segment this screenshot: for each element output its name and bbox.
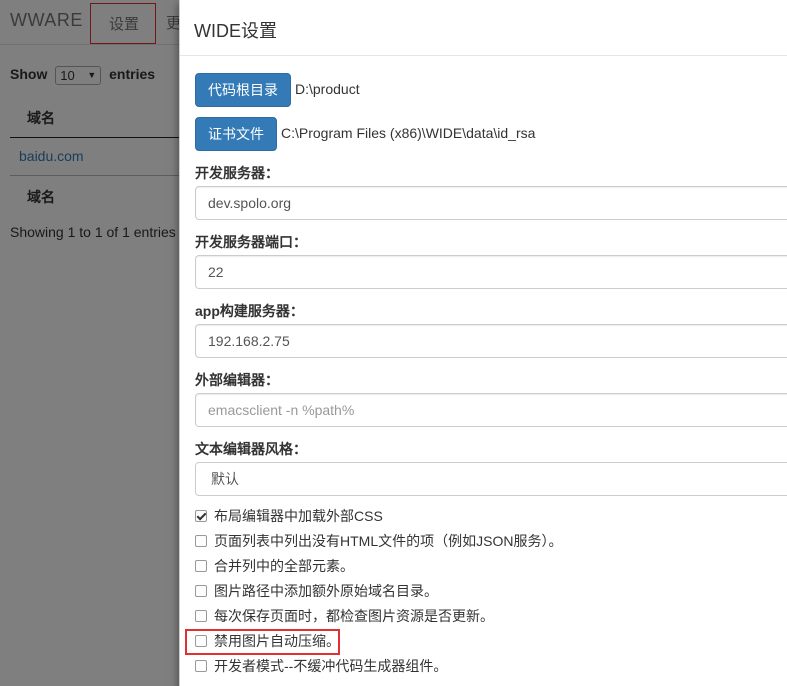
dev-server-label: 开发服务器： [195, 165, 279, 181]
checkbox[interactable] [195, 610, 207, 622]
external-editor-label: 外部编辑器： [195, 372, 279, 388]
text-editor-style-select[interactable]: 默认 [195, 462, 787, 496]
dev-server-input[interactable]: dev.spolo.org [195, 186, 787, 220]
modal-header: WIDE设置 [180, 0, 787, 56]
app-build-server-label: app构建服务器： [195, 303, 304, 319]
cert-file-button[interactable]: 证书文件 [195, 117, 277, 151]
highlight-annotation [185, 629, 340, 655]
code-root-path: D:\product [295, 81, 360, 97]
code-root-button[interactable]: 代码根目录 [195, 73, 291, 107]
settings-modal: WIDE设置 代码根目录 D:\product 证书文件 C:\Program … [179, 0, 787, 686]
checkbox-label: 布局编辑器中加载外部CSS [214, 508, 383, 524]
cert-file-path: C:\Program Files (x86)\WIDE\data\id_rsa [281, 125, 536, 141]
text-editor-style-label: 文本编辑器风格： [195, 441, 307, 457]
checkbox[interactable] [195, 585, 207, 597]
checkbox[interactable] [195, 560, 207, 572]
checkbox[interactable] [195, 510, 207, 522]
external-editor-input[interactable]: emacsclient -n %path% [195, 393, 787, 427]
checkbox[interactable] [195, 535, 207, 547]
app-build-server-input[interactable]: 192.168.2.75 [195, 324, 787, 358]
dev-port-input[interactable]: 22 [195, 255, 787, 289]
checkbox-label: 开发者模式--不缓冲代码生成器组件。 [214, 658, 448, 674]
dev-port-label: 开发服务器端口： [195, 234, 307, 250]
checkbox[interactable] [195, 660, 207, 672]
checkbox-label: 每次保存页面时，都检查图片资源是否更新。 [214, 608, 494, 624]
checkbox-label: 页面列表中列出没有HTML文件的项（例如JSON服务）。 [214, 533, 563, 549]
checkbox-label: 图片路径中添加额外原始域名目录。 [214, 583, 438, 599]
checkbox-label: 合并列中的全部元素。 [214, 558, 354, 574]
modal-title: WIDE设置 [194, 21, 277, 41]
